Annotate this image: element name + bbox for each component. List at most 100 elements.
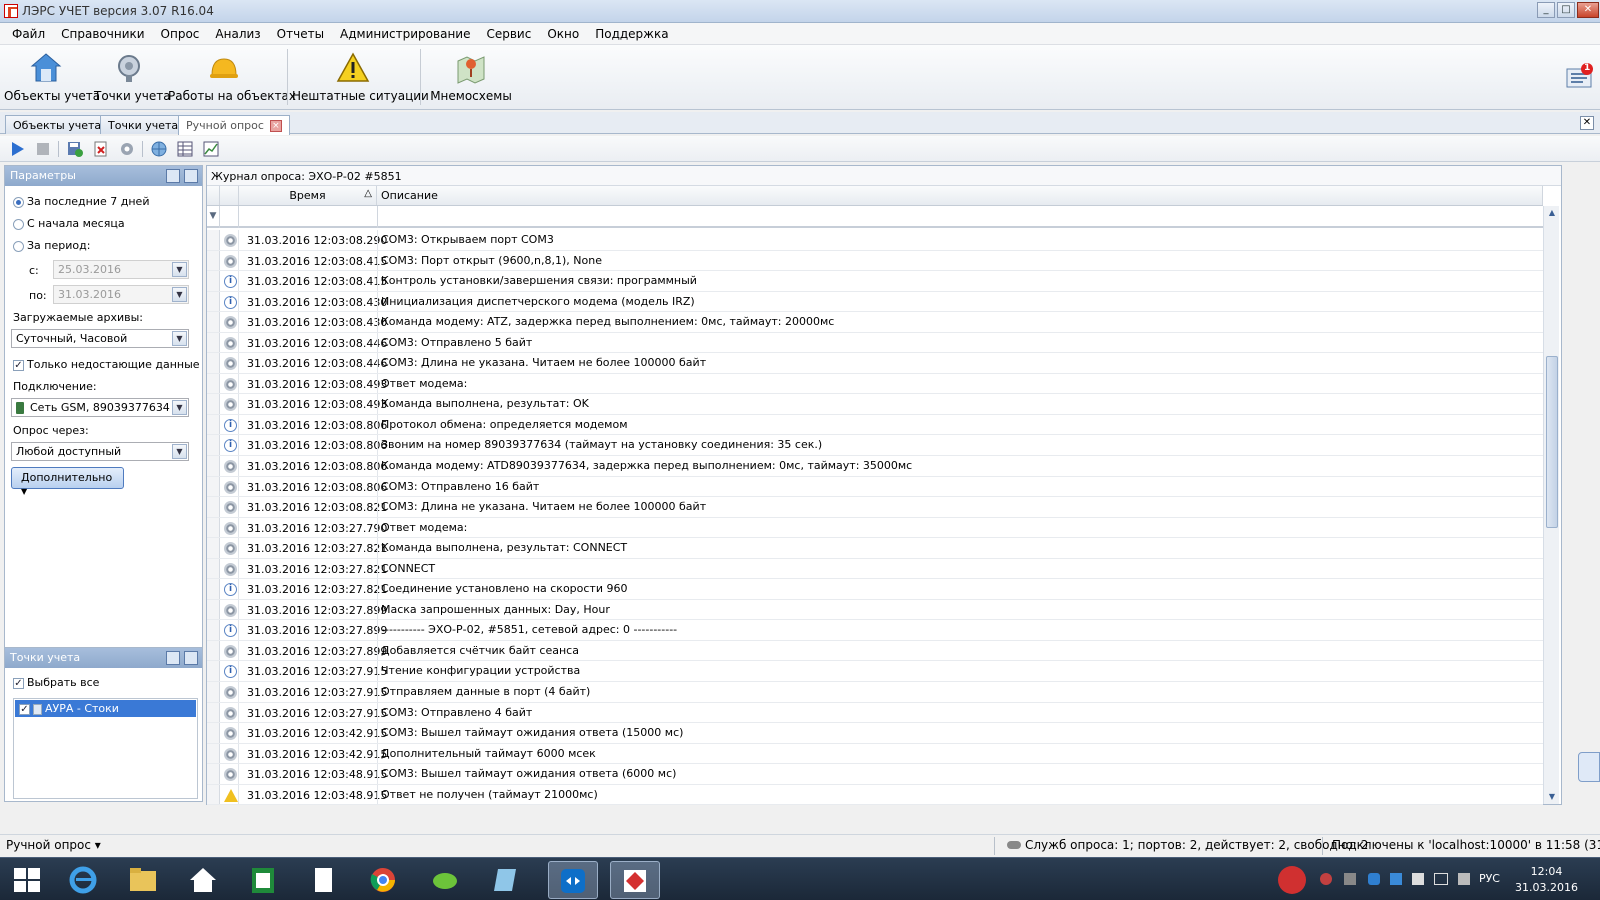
table-row[interactable]: 31.03.2016 12:03:27.915 Отправляем данные… bbox=[207, 682, 1543, 703]
chart-icon[interactable] bbox=[202, 140, 220, 158]
to-date-field[interactable]: 31.03.2016 ▼ bbox=[53, 285, 189, 304]
flag-icon[interactable] bbox=[1344, 873, 1356, 885]
menu-directories[interactable]: Справочники bbox=[53, 23, 152, 44]
network-tray-icon[interactable] bbox=[1434, 873, 1448, 885]
minimize-button[interactable]: _ bbox=[1537, 2, 1555, 18]
table-row[interactable]: 31.03.2016 12:03:08.446 COM3: Длина не ук… bbox=[207, 353, 1543, 374]
language-indicator[interactable]: РУС bbox=[1479, 872, 1500, 885]
table-row[interactable]: 31.03.2016 12:03:27.821 Команда выполнена… bbox=[207, 538, 1543, 559]
emergency-button[interactable]: Нештатные ситуации bbox=[292, 49, 429, 107]
panel-minimize-icon[interactable] bbox=[166, 651, 180, 665]
windows-tray-icon[interactable] bbox=[1412, 873, 1424, 885]
table-row[interactable]: i 31.03.2016 12:03:08.806 Звоним на номер … bbox=[207, 435, 1543, 457]
table-row[interactable]: i 31.03.2016 12:03:27.899 ----------- ЭХО-… bbox=[207, 620, 1543, 641]
clock[interactable]: 12:04 31.03.2016 bbox=[1515, 864, 1578, 896]
header-desc[interactable]: Описание bbox=[377, 186, 1543, 205]
radio-last7[interactable]: За последние 7 дней bbox=[13, 195, 149, 208]
tab-points[interactable]: Точки учета bbox=[100, 115, 187, 134]
mnemo-button[interactable]: Мнемосхемы bbox=[426, 49, 516, 107]
taskbar-explorer[interactable] bbox=[118, 861, 168, 899]
via-select[interactable]: Любой доступный ▼ bbox=[11, 442, 189, 461]
table-row[interactable]: 31.03.2016 12:03:48.915 COM3: Вышел тайма… bbox=[207, 764, 1543, 785]
scroll-thumb[interactable] bbox=[1546, 356, 1558, 528]
tab-close-icon[interactable]: × bbox=[269, 120, 282, 132]
maximize-button[interactable]: □ bbox=[1557, 2, 1575, 18]
more-button[interactable]: Дополнительно ▼ bbox=[11, 467, 124, 496]
scroll-down-icon[interactable]: ▼ bbox=[1545, 790, 1559, 804]
points-button[interactable]: Точки учета bbox=[94, 49, 171, 107]
vertical-scrollbar[interactable]: ▲ ▼ bbox=[1543, 206, 1559, 804]
filter-icon[interactable]: ▼ bbox=[207, 206, 220, 228]
menu-analysis[interactable]: Анализ bbox=[207, 23, 268, 44]
teamviewer-side-tab[interactable] bbox=[1578, 752, 1600, 782]
table-row[interactable]: 31.03.2016 12:03:08.821 COM3: Длина не ук… bbox=[207, 497, 1543, 518]
taskbar-ie[interactable] bbox=[58, 861, 108, 899]
table-row[interactable]: 31.03.2016 12:03:42.915 COM3: Вышел тайма… bbox=[207, 723, 1543, 744]
close-all-tabs-button[interactable]: ✕ bbox=[1580, 116, 1594, 130]
filter-row[interactable]: ▼ bbox=[207, 206, 1543, 228]
works-button[interactable]: Работы на объектах bbox=[168, 49, 296, 107]
header-time[interactable]: Время △ bbox=[239, 186, 377, 205]
tray-app-icon[interactable] bbox=[1320, 873, 1332, 885]
table-row[interactable]: 31.03.2016 12:03:08.806 COM3: Отправлено … bbox=[207, 476, 1543, 498]
table-row[interactable]: 31.03.2016 12:03:27.899 Добавляется счётч… bbox=[207, 640, 1543, 662]
volume-muted-icon[interactable] bbox=[1458, 873, 1470, 885]
menu-window[interactable]: Окно bbox=[539, 23, 587, 44]
antivirus-icon[interactable] bbox=[1278, 866, 1306, 894]
menu-service[interactable]: Сервис bbox=[478, 23, 539, 44]
taskbar-document[interactable] bbox=[298, 861, 348, 899]
table-row[interactable]: i 31.03.2016 12:03:08.430 Инициализация ди… bbox=[207, 291, 1543, 313]
table-row[interactable]: i 31.03.2016 12:03:27.915 Чтение конфигура… bbox=[207, 661, 1543, 683]
taskbar-chrome[interactable] bbox=[358, 861, 408, 899]
table-row[interactable]: 31.03.2016 12:03:08.493 Ответ модема: bbox=[207, 373, 1543, 395]
network-icon[interactable] bbox=[150, 140, 168, 158]
table-row[interactable]: 31.03.2016 12:03:27.899 Маска запрошенных… bbox=[207, 599, 1543, 621]
table-row[interactable]: 31.03.2016 12:03:08.493 Команда выполнена… bbox=[207, 394, 1543, 415]
table-icon[interactable] bbox=[176, 140, 194, 158]
table-row[interactable]: 31.03.2016 12:03:48.915 Ответ не получен … bbox=[207, 784, 1543, 806]
select-all-checkbox[interactable]: ✓ Выбрать все bbox=[13, 676, 99, 689]
settings-icon[interactable] bbox=[118, 140, 136, 158]
table-row[interactable]: i 31.03.2016 12:03:08.806 Протокол обмена:… bbox=[207, 414, 1543, 436]
menu-administration[interactable]: Администрирование bbox=[332, 23, 478, 44]
taskbar-excel[interactable] bbox=[238, 861, 288, 899]
table-row[interactable]: i 31.03.2016 12:03:08.415 Контроль установ… bbox=[207, 271, 1543, 292]
tab-objects[interactable]: Объекты учета bbox=[5, 115, 110, 134]
taskbar-teamviewer[interactable] bbox=[548, 861, 598, 899]
taskbar-app-blue[interactable] bbox=[480, 861, 530, 899]
table-row[interactable]: 31.03.2016 12:03:08.430 Команда модему: A… bbox=[207, 312, 1543, 333]
table-row[interactable]: 31.03.2016 12:03:27.790 Ответ модема: bbox=[207, 517, 1543, 539]
notifications-button[interactable]: 1 bbox=[1566, 63, 1594, 89]
table-row[interactable]: 31.03.2016 12:03:08.446 COM3: Отправлено … bbox=[207, 332, 1543, 354]
radio-period[interactable]: За период: bbox=[13, 239, 90, 252]
objects-button[interactable]: Объекты учета bbox=[4, 49, 100, 107]
status-mode[interactable]: Ручной опрос ▾ bbox=[6, 838, 101, 852]
table-row[interactable]: 31.03.2016 12:03:27.821 CONNECT bbox=[207, 558, 1543, 580]
panel-pin-icon[interactable] bbox=[184, 169, 198, 183]
save-add-icon[interactable] bbox=[66, 140, 84, 158]
delete-icon[interactable] bbox=[92, 140, 110, 158]
bluetooth-icon[interactable] bbox=[1390, 873, 1402, 885]
table-row[interactable]: 31.03.2016 12:03:42.915 Дополнительный та… bbox=[207, 743, 1543, 765]
tray-teamviewer-icon[interactable] bbox=[1368, 873, 1380, 885]
table-row[interactable]: 31.03.2016 12:03:08.290 COM3: Открываем п… bbox=[207, 230, 1543, 251]
radio-month-start[interactable]: С начала месяца bbox=[13, 217, 125, 230]
start-button[interactable] bbox=[2, 861, 52, 899]
checkbox-icon[interactable]: ✓ bbox=[19, 703, 30, 715]
stop-icon[interactable] bbox=[34, 140, 52, 158]
archives-select[interactable]: Суточный, Часовой ▼ bbox=[11, 329, 189, 348]
table-row[interactable]: 31.03.2016 12:03:08.415 COM3: Порт открыт… bbox=[207, 250, 1543, 272]
table-row[interactable]: 31.03.2016 12:03:08.806 Команда модему: A… bbox=[207, 456, 1543, 477]
play-icon[interactable] bbox=[8, 140, 26, 158]
taskbar-app-green[interactable] bbox=[420, 861, 470, 899]
tree-item-aura[interactable]: ✓ АУРА - Стоки bbox=[15, 700, 196, 717]
close-window-button[interactable]: ✕ bbox=[1577, 2, 1599, 18]
panel-pin-icon[interactable] bbox=[184, 651, 198, 665]
table-row[interactable]: i 31.03.2016 12:03:27.821 Соединение устан… bbox=[207, 579, 1543, 600]
panel-minimize-icon[interactable] bbox=[166, 169, 180, 183]
connection-select[interactable]: Сеть GSM, 89039377634 ▼ bbox=[11, 398, 189, 417]
tab-manual-poll[interactable]: Ручной опрос × bbox=[178, 115, 290, 135]
menu-support[interactable]: Поддержка bbox=[587, 23, 676, 44]
table-row[interactable]: 31.03.2016 12:03:27.915 COM3: Отправлено … bbox=[207, 702, 1543, 724]
taskbar-home[interactable] bbox=[178, 861, 228, 899]
